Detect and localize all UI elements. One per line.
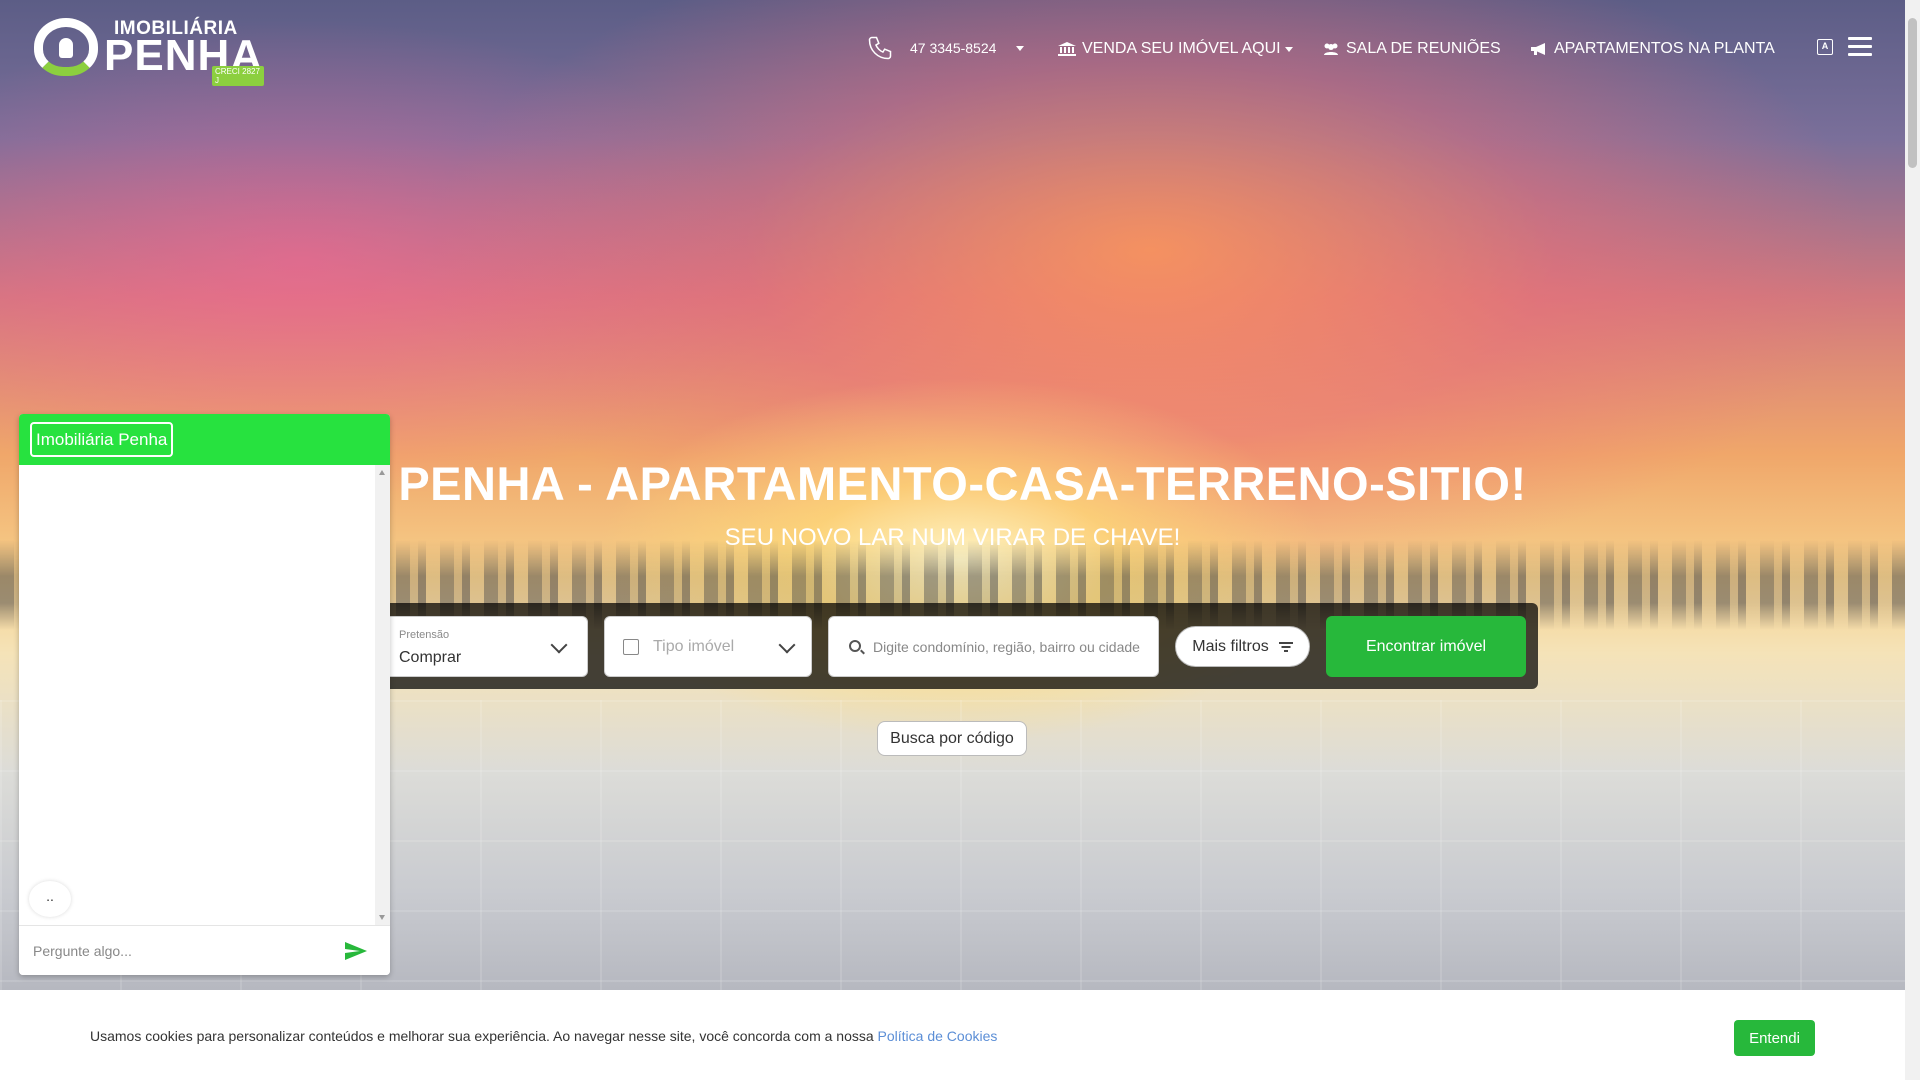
tipo-imovel-placeholder: Tipo imóvel bbox=[653, 638, 735, 655]
brand-logo[interactable]: IMOBILIÁRIA PENHA CRECI 2827 J bbox=[34, 16, 264, 86]
chevron-down-icon bbox=[550, 636, 568, 654]
search-icon bbox=[849, 640, 861, 652]
chat-header: Imobiliária Penha bbox=[19, 414, 390, 465]
megaphone-icon bbox=[1531, 43, 1545, 55]
hero-title: PENHA - APARTAMENTO-CASA-TERRENO-SITIO! bbox=[398, 457, 1527, 510]
scroll-up-icon[interactable] bbox=[379, 470, 385, 475]
typing-indicator: .. bbox=[29, 881, 71, 917]
logo-keyhole-icon bbox=[59, 38, 73, 58]
location-search-input[interactable] bbox=[873, 635, 1143, 659]
nav-sala-label: SALA DE REUNIÕES bbox=[1346, 40, 1501, 57]
nav-phone-dropdown[interactable]: 47 3345-8524 bbox=[866, 34, 1025, 62]
chat-title[interactable]: Imobiliária Penha bbox=[30, 422, 174, 457]
chat-messages bbox=[19, 465, 375, 925]
page-scrollbar-thumb[interactable] bbox=[1908, 18, 1917, 168]
scroll-down-icon[interactable] bbox=[379, 915, 385, 920]
cookie-policy-link[interactable]: Política de Cookies bbox=[878, 1028, 998, 1044]
chat-widget: Imobiliária Penha .. bbox=[19, 414, 390, 975]
encontrar-imovel-button[interactable]: Encontrar imóvel bbox=[1326, 616, 1526, 677]
cookie-message: Usamos cookies para personalizar conteúd… bbox=[90, 1028, 878, 1044]
chevron-down-icon bbox=[1016, 45, 1025, 51]
cookie-banner: Usamos cookies para personalizar conteúd… bbox=[0, 990, 1905, 1080]
mais-filtros-label: Mais filtros bbox=[1192, 637, 1269, 655]
nav-apartamentos-planta[interactable]: APARTAMENTOS NA PLANTA bbox=[1530, 40, 1775, 58]
cookie-text: Usamos cookies para personalizar conteúd… bbox=[90, 1028, 997, 1044]
tipo-imovel-select[interactable]: Tipo imóvel bbox=[604, 616, 812, 677]
nav-venda-label: VENDA SEU IMÓVEL AQUI bbox=[1082, 40, 1281, 57]
phone-number: 47 3345-8524 bbox=[910, 40, 997, 56]
chevron-down-icon bbox=[1284, 46, 1293, 52]
nav-venda-seu-imovel[interactable]: VENDA SEU IMÓVEL AQUI bbox=[1058, 40, 1293, 58]
chat-input-area bbox=[19, 925, 390, 975]
logo-creci: CRECI 2827 J bbox=[212, 66, 264, 86]
busca-por-codigo-button[interactable]: Busca por código bbox=[877, 721, 1027, 756]
search-bar: Pretensão Comprar Tipo imóvel Mais filtr… bbox=[370, 603, 1538, 689]
property-type-icon bbox=[623, 639, 639, 655]
chevron-down-icon bbox=[778, 636, 796, 654]
send-icon[interactable] bbox=[345, 942, 367, 960]
chat-scrollbar[interactable] bbox=[375, 465, 390, 925]
nav-apto-label: APARTAMENTOS NA PLANTA bbox=[1554, 40, 1775, 57]
hero-subtitle: SEU NOVO LAR NUM VIRAR DE CHAVE! bbox=[724, 524, 1181, 551]
pretensao-value: Comprar bbox=[399, 649, 462, 666]
bank-icon bbox=[1058, 42, 1076, 56]
users-icon bbox=[1324, 43, 1338, 55]
chat-input[interactable] bbox=[33, 940, 333, 962]
location-search-field[interactable] bbox=[828, 616, 1159, 677]
translate-icon[interactable]: A bbox=[1817, 39, 1833, 55]
filter-icon bbox=[1278, 641, 1293, 652]
phone-icon bbox=[868, 36, 892, 60]
pretensao-select[interactable]: Pretensão Comprar bbox=[370, 616, 588, 677]
mais-filtros-button[interactable]: Mais filtros bbox=[1175, 626, 1310, 667]
nav-sala-reunioes[interactable]: SALA DE REUNIÕES bbox=[1322, 40, 1501, 58]
hamburger-menu-icon[interactable] bbox=[1848, 37, 1872, 57]
page-scrollbar[interactable] bbox=[1905, 0, 1920, 1080]
cookie-accept-button[interactable]: Entendi bbox=[1734, 1020, 1815, 1056]
pretensao-label: Pretensão bbox=[399, 629, 450, 641]
